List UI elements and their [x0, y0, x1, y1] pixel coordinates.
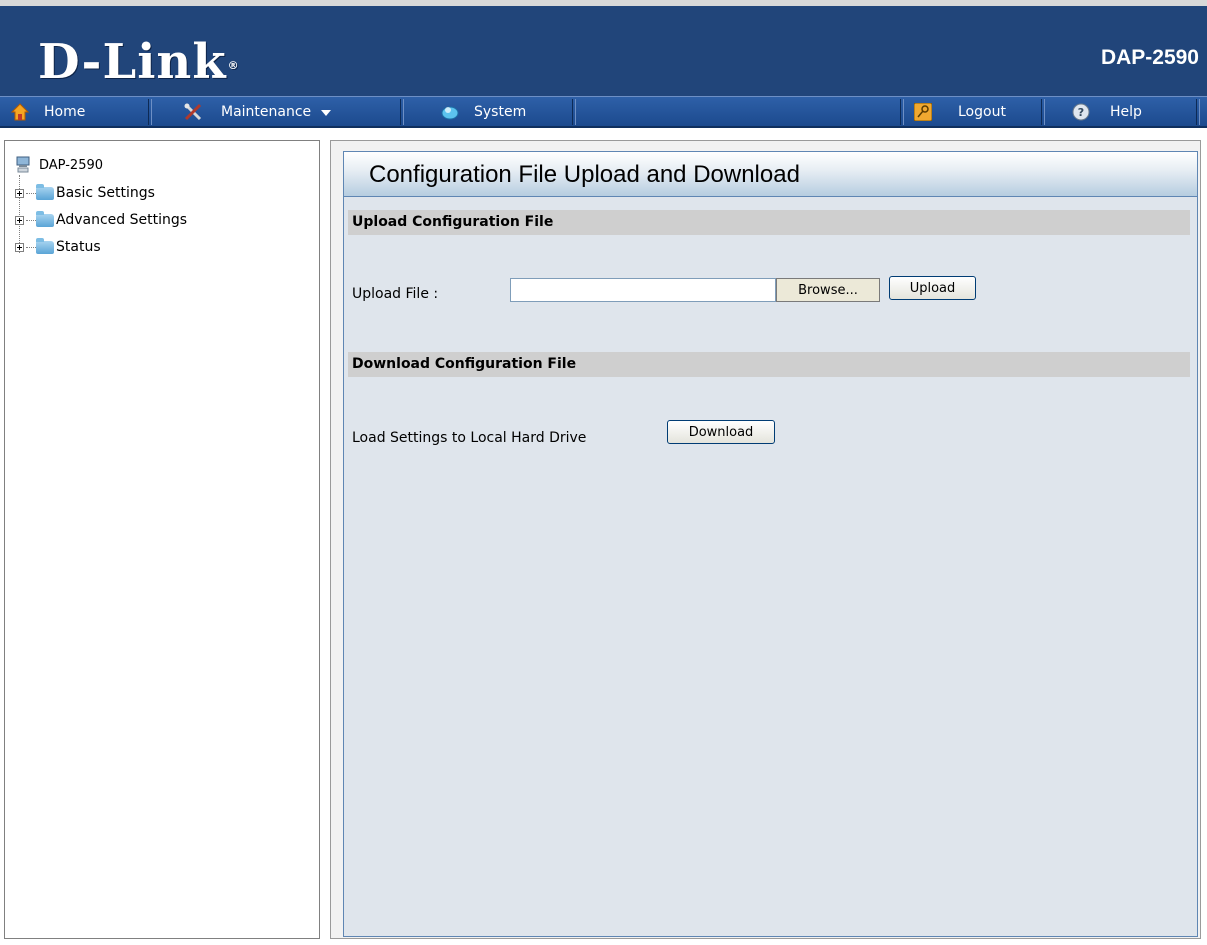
dlink-logo: D-Link®: [38, 34, 240, 90]
tree-item-label: Basic Settings: [56, 185, 155, 201]
header-banner: D-Link® DAP-2590: [0, 0, 1207, 96]
upload-file-label: Upload File :: [352, 286, 439, 302]
key-icon: [913, 102, 933, 122]
expand-icon[interactable]: [15, 188, 24, 198]
browse-button[interactable]: Browse...: [776, 278, 880, 302]
svg-text:?: ?: [1078, 106, 1084, 119]
tree-root-label: DAP-2590: [39, 157, 104, 173]
tree-item-advanced-settings[interactable]: Advanced Settings: [15, 210, 188, 228]
nav-maintenance-label: Maintenance: [221, 104, 312, 120]
upload-section-header: Upload Configuration File: [348, 210, 1190, 235]
nav-logout-label: Logout: [958, 104, 1006, 120]
tools-icon: [183, 102, 203, 122]
chevron-down-icon: [321, 104, 332, 120]
tree-item-basic-settings[interactable]: Basic Settings: [15, 183, 155, 201]
nav-logout[interactable]: Logout: [913, 97, 1039, 127]
nav-maintenance[interactable]: Maintenance: [183, 97, 398, 127]
upload-file-input[interactable]: [510, 278, 776, 302]
expand-icon[interactable]: [15, 242, 24, 252]
load-settings-label: Load Settings to Local Hard Drive: [352, 430, 587, 446]
top-navbar: Home Maintenance System Logout ? Help: [0, 96, 1207, 128]
nav-home-label: Home: [44, 104, 86, 120]
config-panel: Configuration File Upload and Download U…: [343, 151, 1198, 937]
download-section-header: Download Configuration File: [348, 352, 1190, 377]
folder-icon: [36, 237, 54, 254]
download-button[interactable]: Download: [667, 420, 775, 444]
help-icon: ?: [1072, 103, 1090, 121]
nav-help[interactable]: ? Help: [1072, 97, 1202, 127]
main-content: Configuration File Upload and Download U…: [330, 140, 1201, 939]
upload-button[interactable]: Upload: [889, 276, 976, 300]
model-name: DAP-2590: [1100, 46, 1199, 69]
home-icon: [10, 102, 30, 122]
nav-system[interactable]: System: [440, 97, 570, 127]
tree-item-label: Status: [56, 239, 101, 255]
nav-home[interactable]: Home: [10, 97, 150, 127]
page-title: Configuration File Upload and Download: [344, 152, 1197, 197]
device-icon: [15, 155, 35, 175]
expand-icon[interactable]: [15, 215, 24, 225]
folder-icon: [36, 183, 54, 200]
folder-icon: [36, 210, 54, 227]
sidebar-tree: DAP-2590 Basic Settings Advanced Setting…: [4, 140, 320, 939]
tree-item-label: Advanced Settings: [56, 212, 188, 228]
tree-root-device[interactable]: DAP-2590: [15, 155, 103, 175]
tree-item-status[interactable]: Status: [15, 237, 101, 255]
nav-help-label: Help: [1110, 104, 1142, 120]
system-icon: [440, 102, 460, 122]
nav-system-label: System: [474, 104, 527, 120]
